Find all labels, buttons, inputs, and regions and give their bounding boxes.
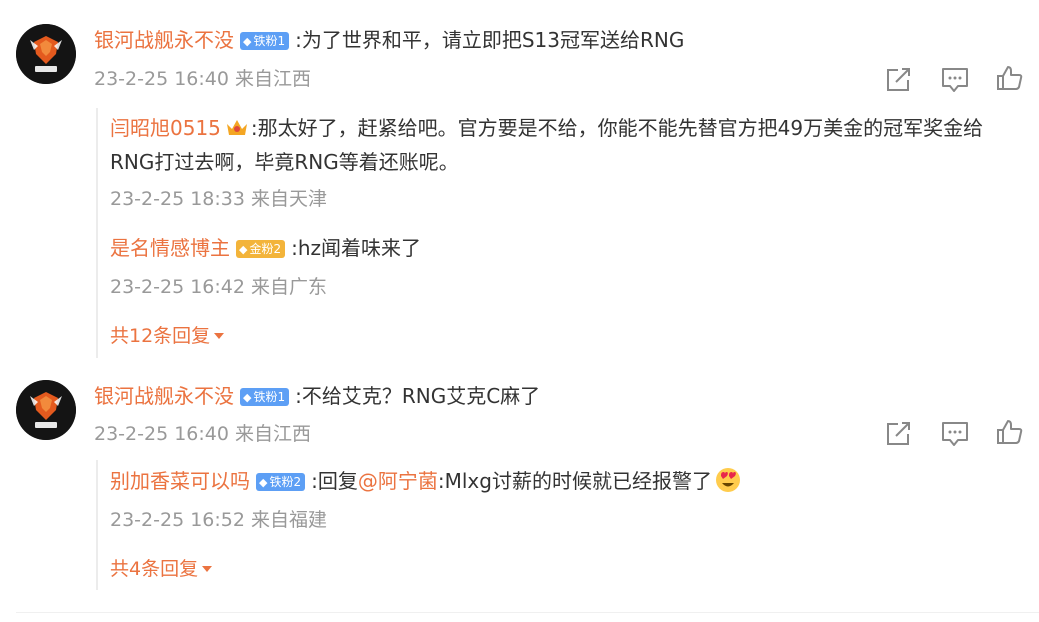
reply-list: 别加香菜可以吗 ◆ 铁粉2 :回复@阿宁菌:Mlxg讨薪的时候就已经报警了 23-2-… [96, 460, 1036, 590]
comment-meta: 23-2-25 16:40 来自江西 [94, 68, 311, 90]
more-replies-link[interactable]: 共12条回复 [110, 323, 225, 349]
fan-badge[interactable]: ◆ 金粉2 [236, 240, 286, 258]
reply-text: :Mlxg讨薪的时候就已经报警了 [437, 469, 712, 493]
like-button[interactable] [995, 64, 1025, 92]
reply-text: :hz闻着味来了 [291, 236, 422, 260]
divider [16, 612, 1039, 613]
reply-meta: 23-2-25 18:33 来自天津 [110, 188, 327, 210]
share-icon [887, 422, 910, 445]
reply-username[interactable]: 是名情感博主 [110, 236, 230, 260]
more-replies-link[interactable]: 共4条回复 [110, 556, 213, 582]
comment-text: :为了世界和平，请立即把S13冠军送给RNG [295, 28, 685, 52]
fan-badge[interactable]: ◆ 铁粉2 [256, 473, 306, 491]
mention-link[interactable]: @阿宁菌 [358, 469, 438, 493]
fan-badge-label: 铁粉1 [253, 390, 286, 404]
comment-icon [942, 422, 968, 446]
reply-text: RNG打过去啊，毕竟RNG等着还账呢。 [110, 150, 459, 174]
reply-username[interactable]: 别加香菜可以吗 [110, 469, 250, 493]
fan-badge-label: 金粉2 [249, 242, 282, 256]
username[interactable]: 银河战舰永不没 [94, 384, 234, 408]
fan-badge[interactable]: ◆ 铁粉1 [240, 388, 290, 406]
reply-content-continued: RNG打过去啊，毕竟RNG等着还账呢。 [110, 148, 459, 176]
like-icon [997, 66, 1023, 90]
share-button[interactable] [884, 420, 914, 448]
share-button[interactable] [884, 66, 914, 94]
reply-meta: 23-2-25 16:42 来自广东 [110, 276, 327, 298]
reply-content: 闫昭旭0515 :那太好了，赶紧给吧。官方要是不给，你能不能先替官方把49万美金的… [110, 114, 983, 145]
comment-text: :不给艾克？RNG艾克C麻了 [295, 384, 541, 408]
username[interactable]: 银河战舰永不没 [94, 28, 234, 52]
comment-icon [942, 68, 968, 92]
comment-button[interactable] [940, 66, 970, 94]
comment-meta: 23-2-25 16:40 来自江西 [94, 423, 311, 445]
diamond-icon: ◆ [239, 243, 248, 256]
heart-eyes-emoji-icon [714, 466, 742, 501]
like-button[interactable] [995, 418, 1025, 446]
chevron-down-icon [214, 333, 225, 339]
diamond-icon: ◆ [243, 391, 252, 404]
more-replies-label: 共12条回复 [110, 325, 211, 347]
comment-item: 银河战舰永不没 ◆ 铁粉1:不给艾克？RNG艾克C麻了 23-2-25 16:40 … [0, 360, 1039, 622]
reply-prefix: :回复 [311, 469, 358, 493]
comment-content: 银河战舰永不没 ◆ 铁粉1 :不给艾克？RNG艾克C麻了 [94, 382, 540, 410]
reply-list: 闫昭旭0515 :那太好了，赶紧给吧。官方要是不给，你能不能先替官方把49万美金的… [96, 108, 1036, 358]
fan-badge[interactable]: ◆ 铁粉1 [240, 32, 290, 50]
share-icon [887, 68, 910, 91]
crown-icon [225, 116, 249, 145]
avatar-image [16, 380, 76, 440]
reply-username[interactable]: 闫昭旭0515 [110, 116, 221, 140]
diamond-icon: ◆ [243, 35, 252, 48]
fan-badge-label: 铁粉1 [253, 34, 286, 48]
avatar[interactable] [16, 380, 76, 440]
reply-text: :那太好了，赶紧给吧。官方要是不给，你能不能先替官方把49万美金的冠军奖金给 [250, 116, 984, 140]
diamond-icon: ◆ [259, 476, 268, 489]
reply-meta: 23-2-25 16:52 来自福建 [110, 509, 327, 531]
more-replies-label: 共4条回复 [110, 558, 199, 580]
chevron-down-icon [202, 566, 213, 572]
reply-content: 是名情感博主 ◆ 金粉2 :hz闻着味来了 [110, 234, 421, 262]
comment-item: 银河战舰永不没 ◆ 铁粉1:为了世界和平，请立即把S13冠军送给RNG 23-2-2… [0, 0, 1039, 360]
comment-button[interactable] [940, 420, 970, 448]
comment-content: 银河战舰永不没 ◆ 铁粉1 :为了世界和平，请立即把S13冠军送给RNG [94, 26, 684, 54]
fan-badge-label: 铁粉2 [269, 475, 302, 489]
avatar[interactable] [16, 24, 76, 84]
like-icon [997, 420, 1023, 444]
reply-content: 别加香菜可以吗 ◆ 铁粉2 :回复@阿宁菌:Mlxg讨薪的时候就已经报警了 [110, 466, 742, 501]
avatar-image [16, 24, 76, 84]
